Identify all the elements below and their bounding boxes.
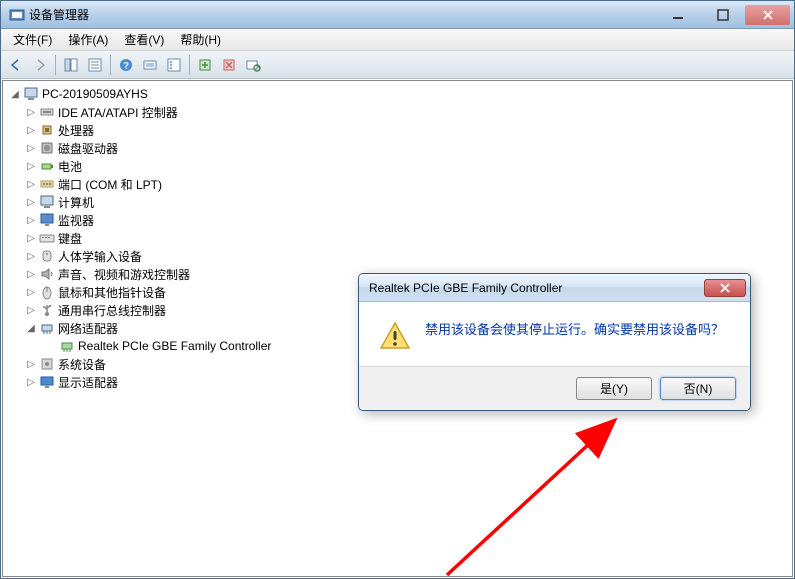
- titlebar[interactable]: 设备管理器: [1, 1, 794, 29]
- menu-action[interactable]: 操作(A): [60, 29, 116, 50]
- tree-category[interactable]: ▷ 处理器: [5, 121, 790, 139]
- menu-view[interactable]: 查看(V): [116, 29, 172, 50]
- expand-icon[interactable]: ▷: [25, 286, 37, 298]
- dialog-footer: 是(Y) 否(N): [359, 366, 750, 410]
- tree-category[interactable]: ▷ 端口 (COM 和 LPT): [5, 175, 790, 193]
- system-icon: [39, 356, 55, 372]
- tree-category[interactable]: ▷ 键盘: [5, 229, 790, 247]
- expand-icon[interactable]: ▷: [25, 358, 37, 370]
- monitor-icon: [39, 212, 55, 228]
- cpu-icon: [39, 122, 55, 138]
- expand-icon[interactable]: ▷: [25, 268, 37, 280]
- expand-icon[interactable]: ▷: [25, 178, 37, 190]
- network-icon: [39, 320, 55, 336]
- tree-category[interactable]: ▷ 监视器: [5, 211, 790, 229]
- tree-category-label: 端口 (COM 和 LPT): [58, 176, 162, 193]
- battery-icon: [39, 158, 55, 174]
- scan-hardware-button[interactable]: [242, 54, 264, 76]
- yes-button[interactable]: 是(Y): [576, 377, 652, 400]
- hid-icon: [39, 248, 55, 264]
- tree-category-label: 鼠标和其他指针设备: [58, 284, 166, 301]
- dialog-title: Realtek PCIe GBE Family Controller: [369, 281, 704, 295]
- properties-button[interactable]: [84, 54, 106, 76]
- warning-icon: [379, 320, 411, 352]
- uninstall-button[interactable]: [218, 54, 240, 76]
- confirm-dialog: Realtek PCIe GBE Family Controller 禁用该设备…: [358, 273, 751, 411]
- separator: [189, 55, 190, 75]
- expand-icon[interactable]: ▷: [25, 232, 37, 244]
- tree-category-label: 显示适配器: [58, 374, 118, 391]
- tree-category-label: 人体学输入设备: [58, 248, 142, 265]
- tree-device-label: Realtek PCIe GBE Family Controller: [78, 339, 271, 353]
- expand-icon[interactable]: ▷: [25, 250, 37, 262]
- svg-text:?: ?: [123, 61, 129, 72]
- scan-button[interactable]: [139, 54, 161, 76]
- close-button[interactable]: [745, 5, 790, 25]
- expand-icon[interactable]: ▷: [25, 196, 37, 208]
- dialog-body: 禁用该设备会使其停止运行。确实要禁用该设备吗？: [359, 302, 750, 366]
- no-button[interactable]: 否(N): [660, 377, 736, 400]
- expand-icon[interactable]: ▷: [25, 214, 37, 226]
- tree-category[interactable]: ▷ 计算机: [5, 193, 790, 211]
- port-icon: [39, 176, 55, 192]
- expand-icon[interactable]: ▷: [25, 160, 37, 172]
- dialog-close-button[interactable]: [704, 279, 746, 297]
- tree-category[interactable]: ▷ 电池: [5, 157, 790, 175]
- tree-category-label: IDE ATA/ATAPI 控制器: [58, 104, 178, 121]
- expand-icon[interactable]: ▷: [25, 304, 37, 316]
- computer-icon: [23, 86, 39, 102]
- menubar: 文件(F) 操作(A) 查看(V) 帮助(H): [1, 29, 794, 51]
- computer-icon: [39, 194, 55, 210]
- tree-category[interactable]: ▷ IDE ATA/ATAPI 控制器: [5, 103, 790, 121]
- tree-category-label: 监视器: [58, 212, 94, 229]
- collapse-icon[interactable]: ◢: [9, 88, 21, 100]
- menu-help[interactable]: 帮助(H): [172, 29, 229, 50]
- dialog-message: 禁用该设备会使其停止运行。确实要禁用该设备吗？: [425, 320, 724, 352]
- tree-category-label: 键盘: [58, 230, 82, 247]
- usb-icon: [39, 302, 55, 318]
- window-title: 设备管理器: [29, 6, 655, 23]
- keyboard-icon: [39, 230, 55, 246]
- tree-root-label: PC-20190509AYHS: [42, 87, 148, 101]
- expand-icon[interactable]: ▷: [25, 142, 37, 154]
- separator: [55, 55, 56, 75]
- tree-category-label: 磁盘驱动器: [58, 140, 118, 157]
- help-button[interactable]: ?: [115, 54, 137, 76]
- tree-category-label: 网络适配器: [58, 320, 118, 337]
- nic-icon: [59, 338, 75, 354]
- update-driver-button[interactable]: [194, 54, 216, 76]
- menu-file[interactable]: 文件(F): [5, 29, 60, 50]
- back-button[interactable]: [5, 54, 27, 76]
- tree-category-label: 电池: [58, 158, 82, 175]
- minimize-button[interactable]: [655, 5, 700, 25]
- tree-root[interactable]: ◢ PC-20190509AYHS: [5, 85, 790, 103]
- tree-category-label: 计算机: [58, 194, 94, 211]
- tree-category[interactable]: ▷ 磁盘驱动器: [5, 139, 790, 157]
- spacer: [45, 340, 57, 352]
- maximize-button[interactable]: [700, 5, 745, 25]
- ide-icon: [39, 104, 55, 120]
- tree-category-label: 声音、视频和游戏控制器: [58, 266, 190, 283]
- separator: [110, 55, 111, 75]
- expand-icon[interactable]: ▷: [25, 106, 37, 118]
- tree-category-label: 处理器: [58, 122, 94, 139]
- mouse-icon: [39, 284, 55, 300]
- sound-icon: [39, 266, 55, 282]
- dialog-titlebar[interactable]: Realtek PCIe GBE Family Controller: [359, 274, 750, 302]
- view-button[interactable]: [163, 54, 185, 76]
- toolbar: ?: [1, 51, 794, 79]
- expand-icon[interactable]: ▷: [25, 124, 37, 136]
- expand-icon[interactable]: ▷: [25, 376, 37, 388]
- tree-category[interactable]: ▷ 人体学输入设备: [5, 247, 790, 265]
- app-icon: [9, 7, 25, 23]
- tree-category-label: 系统设备: [58, 356, 106, 373]
- window-controls: [655, 5, 790, 25]
- forward-button[interactable]: [29, 54, 51, 76]
- tree-category-label: 通用串行总线控制器: [58, 302, 166, 319]
- expand-icon[interactable]: ◢: [25, 322, 37, 334]
- disk-icon: [39, 140, 55, 156]
- display-icon: [39, 374, 55, 390]
- show-hide-tree-button[interactable]: [60, 54, 82, 76]
